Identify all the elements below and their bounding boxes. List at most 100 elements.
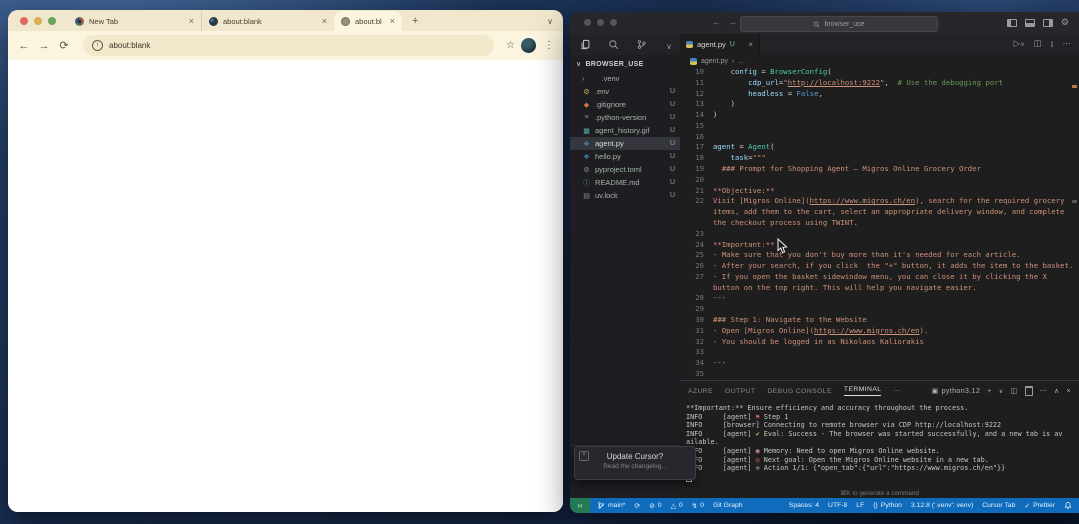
settings-gear-icon[interactable]: ⚙ xyxy=(1061,17,1069,28)
code-line: items, add them to the cart, select an a… xyxy=(680,207,1079,218)
explorer-icon[interactable] xyxy=(577,37,593,60)
toggle-sidebar-icon[interactable] xyxy=(1006,18,1017,27)
address-bar[interactable]: i about:blank xyxy=(83,35,495,56)
tab-close-icon[interactable]: × xyxy=(189,16,194,26)
status-item-git-graph[interactable]: Git Graph xyxy=(713,502,742,509)
more-actions-icon[interactable]: ⋯ xyxy=(1040,387,1047,395)
status-item-indentation[interactable]: Spaces: 4 xyxy=(789,502,819,509)
maximize-panel-icon[interactable]: ∧ xyxy=(1054,387,1060,395)
split-terminal-icon[interactable]: ◫ xyxy=(1011,387,1018,395)
run-python-file-icon[interactable]: ▷∨ xyxy=(1014,38,1025,49)
interactive-window-icon[interactable]: I xyxy=(1051,39,1054,49)
git-status-letter: U xyxy=(669,153,675,160)
explorer-root-header[interactable]: ∨ BROWSER_USE xyxy=(570,55,680,72)
browser-tab[interactable]: New Tab × xyxy=(68,11,201,31)
history-back-icon[interactable]: ← xyxy=(712,17,721,27)
status-item-prettier[interactable]: ✓ Prettier xyxy=(1024,502,1055,510)
breadcrumb-file[interactable]: agent.py xyxy=(701,58,728,65)
status-item-cursor-tab[interactable]: Cursor Tab xyxy=(982,502,1015,509)
status-item-sync[interactable]: ⟳ xyxy=(634,502,640,510)
tab-close-icon[interactable]: × xyxy=(322,16,327,26)
fullscreen-window-icon[interactable] xyxy=(48,17,56,25)
explorer-item-uv-lock[interactable]: ▤ uv.lock U xyxy=(570,189,680,202)
status-item-language-mode[interactable]: {} Python xyxy=(873,502,902,509)
explorer-item--env[interactable]: ⚙ .env U xyxy=(570,85,680,98)
kill-terminal-icon[interactable] xyxy=(1024,386,1033,396)
gear-icon: ⚙ xyxy=(583,166,590,174)
explorer-item-readme-md[interactable]: ⓘ README.md U xyxy=(570,176,680,189)
code-lines[interactable]: 10 config = BrowserConfig(11 cdp_url="ht… xyxy=(680,67,1079,380)
browser-tab[interactable]: about:blank × xyxy=(201,11,334,31)
command-center-search[interactable]: browser_use xyxy=(740,16,938,32)
site-info-icon[interactable]: i xyxy=(92,40,103,51)
remote-indicator[interactable]: ›‹ xyxy=(570,498,590,513)
status-item-encoding[interactable]: UTF-8 xyxy=(828,502,847,509)
url-text[interactable]: about:blank xyxy=(109,41,150,50)
panel-tab-azure[interactable]: AZURE xyxy=(688,388,713,395)
close-icon[interactable]: × xyxy=(579,451,589,461)
tab-close-icon[interactable]: × xyxy=(390,16,395,26)
toggle-panel-icon[interactable] xyxy=(1024,18,1035,27)
status-item-lightning-count[interactable]: ↯ 0 xyxy=(692,502,704,510)
breadcrumb[interactable]: agent.py › … xyxy=(680,55,1079,67)
panel-tab-debug-console[interactable]: DEBUG CONSOLE xyxy=(767,388,832,395)
source-control-icon[interactable] xyxy=(634,37,648,55)
editor-tab-agent-py[interactable]: agent.py U × xyxy=(680,34,760,55)
code-text: ### Step 1: Navigate to the Website xyxy=(713,314,867,324)
browser-tab-active[interactable]: about:bl × xyxy=(334,11,402,31)
explorer-item-agent-py[interactable]: ❖ agent.py U xyxy=(570,137,680,150)
status-item-python-interpreter[interactable]: 3.12.8 ('.venv': venv) xyxy=(911,502,973,509)
close-panel-icon[interactable]: × xyxy=(1067,388,1072,395)
back-button[interactable]: ← xyxy=(17,40,31,52)
close-window-icon[interactable] xyxy=(20,17,28,25)
history-forward-icon[interactable]: → xyxy=(728,17,737,27)
file-name: uv.lock xyxy=(595,191,618,200)
macos-window-controls[interactable] xyxy=(584,19,617,26)
panel-tab-terminal[interactable]: TERMINAL xyxy=(843,386,882,396)
search-icon[interactable] xyxy=(606,37,620,55)
status-item-notifications-bell[interactable] xyxy=(1064,501,1072,510)
close-icon[interactable]: × xyxy=(748,40,753,49)
more-actions-icon[interactable]: ⋯ xyxy=(1063,38,1072,49)
tab-search-chevron-icon[interactable]: ∨ xyxy=(547,17,553,26)
error-icon: ⊘ xyxy=(649,502,655,510)
overview-ruler-mark xyxy=(1072,85,1077,88)
panel-tab-output[interactable]: OUTPUT xyxy=(725,388,755,395)
chevron-down-icon[interactable]: ∨ xyxy=(662,42,676,51)
minimize-window-icon[interactable] xyxy=(597,19,604,26)
explorer-item--venv[interactable]: › .venv xyxy=(570,72,680,85)
status-item-git-branch[interactable]: main* xyxy=(597,501,625,510)
breadcrumb-more[interactable]: … xyxy=(738,58,745,65)
explorer-item-hello-py[interactable]: ❖ hello.py U xyxy=(570,150,680,163)
status-item-warnings[interactable]: △ 0 xyxy=(671,502,683,510)
notification-body[interactable]: Read the changelog... xyxy=(581,463,689,470)
minimize-window-icon[interactable] xyxy=(34,17,42,25)
forward-button[interactable]: → xyxy=(37,40,51,52)
code-line: 27 - If you open the basket sidewindow me… xyxy=(680,272,1079,283)
profile-avatar[interactable] xyxy=(521,38,536,53)
panel-tab--[interactable]: ⋯ xyxy=(893,387,900,395)
explorer-item-pyproject-toml[interactable]: ⚙ pyproject.toml U xyxy=(570,163,680,176)
status-item-eol[interactable]: LF xyxy=(856,502,864,509)
active-terminal[interactable]: ▣ python3.12 xyxy=(932,387,981,396)
explorer-item--gitignore[interactable]: ◆ .gitignore U xyxy=(570,98,680,111)
reload-button[interactable]: ⟳ xyxy=(57,39,71,52)
explorer-item-agent-history-gif[interactable]: ▦ agent_history.gif U xyxy=(570,124,680,137)
code-editor[interactable]: agent.py › … 10 config = BrowserConfig(1… xyxy=(680,55,1079,380)
new-terminal-icon[interactable]: + xyxy=(987,388,992,395)
close-window-icon[interactable] xyxy=(584,19,591,26)
browser-menu-icon[interactable]: ⋮ xyxy=(544,40,554,51)
blank-page-content[interactable] xyxy=(8,60,563,512)
code-text: the checkout process using TWINT. xyxy=(713,217,858,227)
terminal-profile-chevron-icon[interactable]: ∨ xyxy=(999,388,1004,395)
toggle-secondary-sidebar-icon[interactable] xyxy=(1042,18,1053,27)
fullscreen-window-icon[interactable] xyxy=(610,19,617,26)
bookmark-star-icon[interactable]: ☆ xyxy=(506,40,515,51)
new-tab-button[interactable]: + xyxy=(412,15,418,27)
update-notification[interactable]: × Update Cursor? Read the changelog... xyxy=(574,446,696,480)
status-item-errors[interactable]: ⊘ 0 xyxy=(649,502,661,510)
explorer-item--python-version[interactable]: ≡ .python-version U xyxy=(570,111,680,124)
terminal-output[interactable]: **Important:** Ensure efficiency and acc… xyxy=(680,399,1079,488)
split-editor-icon[interactable]: ◫ xyxy=(1034,38,1042,49)
macos-window-controls[interactable] xyxy=(20,17,56,25)
